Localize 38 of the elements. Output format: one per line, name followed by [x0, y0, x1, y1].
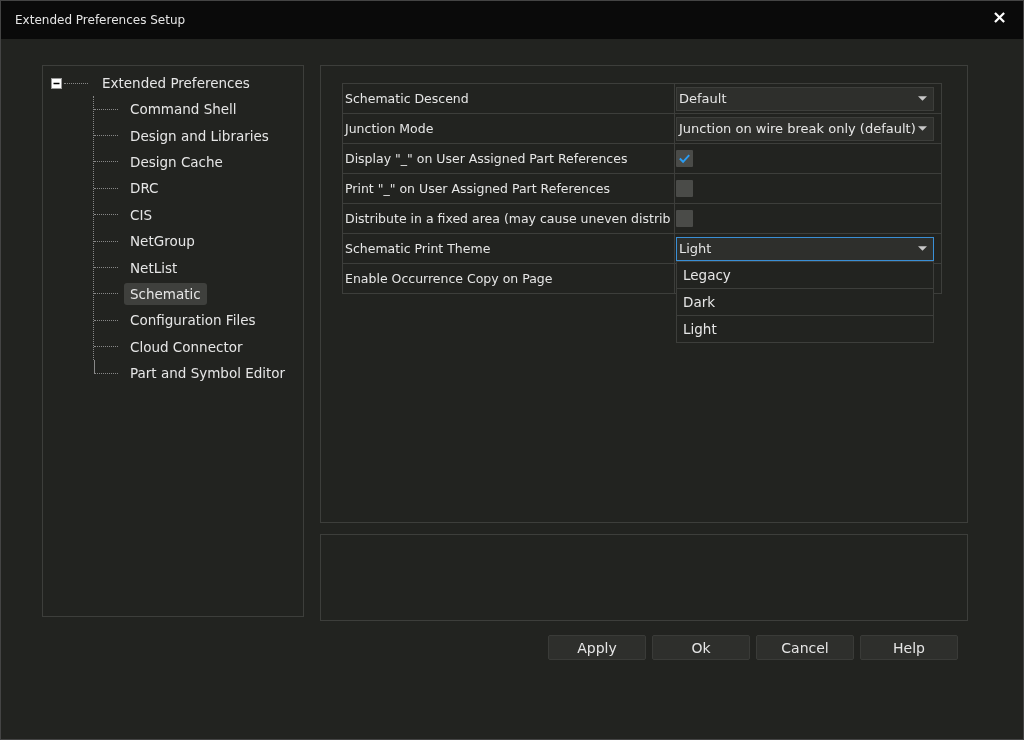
- dialog-button[interactable]: Apply: [548, 635, 646, 660]
- tree-item[interactable]: DRC: [124, 177, 165, 200]
- dropdown-option[interactable]: Dark: [677, 289, 933, 316]
- caret-icon: [918, 126, 927, 131]
- property-label: Schematic Descend: [343, 84, 675, 113]
- dropdown-option[interactable]: Light: [677, 316, 933, 342]
- caret-icon: [918, 96, 927, 101]
- dropdown[interactable]: Default: [676, 86, 934, 111]
- dropdown-option[interactable]: Legacy: [677, 262, 933, 289]
- tree-item[interactable]: NetList: [124, 256, 184, 279]
- dropdown[interactable]: Light: [676, 236, 934, 261]
- tree-item[interactable]: CIS: [124, 203, 158, 226]
- collapse-icon[interactable]: [51, 77, 62, 89]
- tree-item[interactable]: Design Cache: [124, 150, 229, 173]
- tree-item[interactable]: Schematic: [124, 282, 207, 305]
- dialog-button[interactable]: Cancel: [756, 635, 854, 660]
- tree-item[interactable]: Configuration Files: [124, 309, 262, 332]
- checkbox[interactable]: [676, 150, 693, 167]
- dialog-button[interactable]: Help: [860, 635, 958, 660]
- tree-item[interactable]: Cloud Connector: [124, 335, 249, 358]
- tree-item[interactable]: Extended Preferences: [102, 75, 250, 91]
- close-button[interactable]: ×: [987, 5, 1011, 27]
- checkbox[interactable]: [676, 180, 693, 197]
- tree-item[interactable]: NetGroup: [124, 230, 201, 253]
- property-label: Schematic Print Theme: [343, 234, 675, 263]
- dialog-button[interactable]: Ok: [652, 635, 750, 660]
- checkbox[interactable]: [676, 210, 693, 227]
- property-label: Distribute in a fixed area (may cause uneven distrib: [343, 204, 675, 233]
- property-label: Print "_" on User Assigned Part References: [343, 174, 675, 203]
- tree-item[interactable]: Part and Symbol Editor: [124, 362, 292, 385]
- tree-item[interactable]: Design and Libraries: [124, 124, 275, 147]
- window-title: Extended Preferences Setup: [15, 13, 186, 27]
- property-label: Enable Occurrence Copy on Page: [343, 264, 675, 293]
- property-label: Display "_" on User Assigned Part References: [343, 144, 675, 173]
- dropdown[interactable]: Junction on wire break only (default): [676, 116, 934, 141]
- caret-icon: [918, 246, 927, 251]
- property-label: Junction Mode: [343, 114, 675, 143]
- tree-item[interactable]: Command Shell: [124, 98, 243, 121]
